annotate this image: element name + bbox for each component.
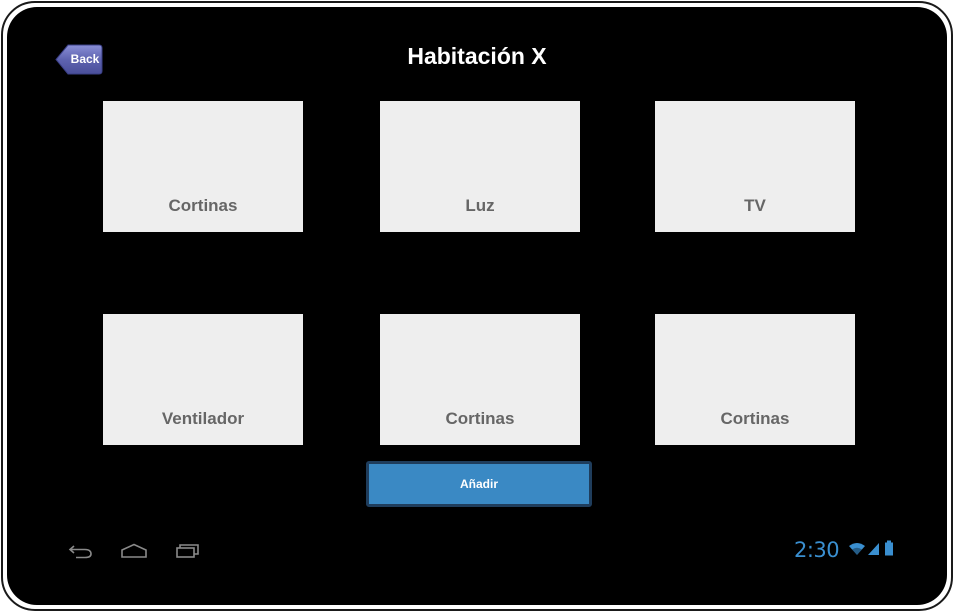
tile-label: Cortinas (720, 409, 790, 428)
tile-label: Cortinas (445, 409, 515, 428)
tile-luz[interactable]: Luz (380, 101, 580, 232)
status-time: 2:30 (794, 538, 840, 562)
recent-apps-icon[interactable] (175, 543, 201, 559)
tile-ventilador[interactable]: Ventilador (103, 314, 303, 445)
tablet-screen: Back Habitación X Cortinas Luz TV Ventil… (7, 7, 947, 605)
battery-icon (885, 540, 893, 556)
add-button[interactable]: Añadir (366, 461, 592, 507)
tile-cortinas-3[interactable]: Cortinas (655, 314, 855, 445)
tablet-frame: Back Habitación X Cortinas Luz TV Ventil… (1, 1, 953, 611)
tile-label: TV (744, 196, 766, 215)
home-nav-icon[interactable] (120, 543, 148, 559)
signal-icon (868, 543, 879, 555)
tile-label: Luz (465, 196, 495, 215)
tile-label: Cortinas (168, 196, 238, 215)
tile-cortinas[interactable]: Cortinas (103, 101, 303, 232)
page-title: Habitación X (407, 43, 547, 69)
tile-cortinas-2[interactable]: Cortinas (380, 314, 580, 445)
wifi-icon (849, 543, 865, 555)
tile-tv[interactable]: TV (655, 101, 855, 232)
tile-label: Ventilador (161, 409, 245, 428)
back-nav-icon[interactable] (68, 543, 94, 559)
